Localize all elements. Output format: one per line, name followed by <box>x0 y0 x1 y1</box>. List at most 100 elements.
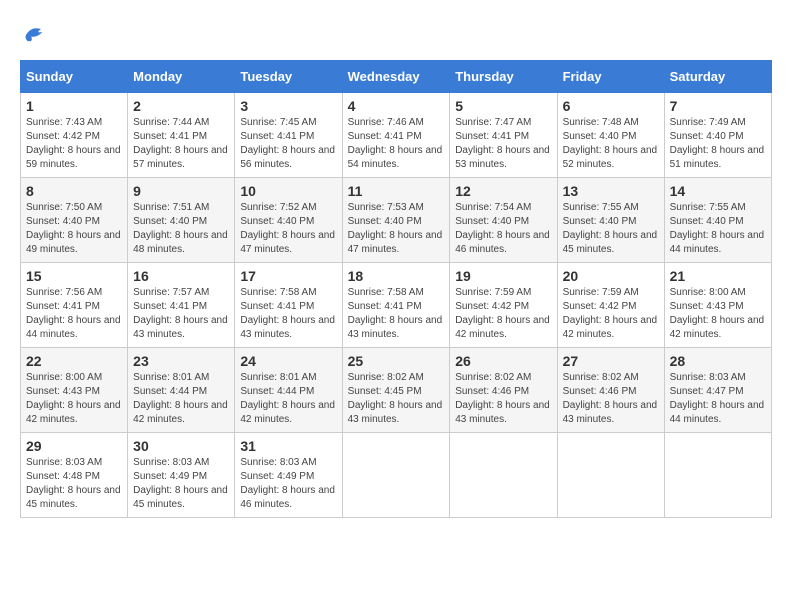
day-number: 26 <box>455 353 551 369</box>
day-info: Sunrise: 7:48 AM Sunset: 4:40 PM Dayligh… <box>563 116 659 172</box>
day-info: Sunrise: 7:58 AM Sunset: 4:41 PM Dayligh… <box>240 286 336 342</box>
calendar-cell: 26 Sunrise: 8:02 AM Sunset: 4:46 PM Dayl… <box>450 348 557 433</box>
day-number: 8 <box>26 183 122 199</box>
day-number: 25 <box>348 353 445 369</box>
calendar-cell: 17 Sunrise: 7:58 AM Sunset: 4:41 PM Dayl… <box>235 263 342 348</box>
day-number: 23 <box>133 353 229 369</box>
calendar-cell: 29 Sunrise: 8:03 AM Sunset: 4:48 PM Dayl… <box>21 433 128 518</box>
calendar-cell: 23 Sunrise: 8:01 AM Sunset: 4:44 PM Dayl… <box>128 348 235 433</box>
day-info: Sunrise: 8:01 AM Sunset: 4:44 PM Dayligh… <box>133 371 229 427</box>
calendar-week-row: 8 Sunrise: 7:50 AM Sunset: 4:40 PM Dayli… <box>21 178 772 263</box>
calendar-cell: 9 Sunrise: 7:51 AM Sunset: 4:40 PM Dayli… <box>128 178 235 263</box>
day-number: 3 <box>240 98 336 114</box>
day-info: Sunrise: 7:50 AM Sunset: 4:40 PM Dayligh… <box>26 201 122 257</box>
calendar-cell: 22 Sunrise: 8:00 AM Sunset: 4:43 PM Dayl… <box>21 348 128 433</box>
calendar-cell: 13 Sunrise: 7:55 AM Sunset: 4:40 PM Dayl… <box>557 178 664 263</box>
day-number: 6 <box>563 98 659 114</box>
calendar-cell: 10 Sunrise: 7:52 AM Sunset: 4:40 PM Dayl… <box>235 178 342 263</box>
calendar-cell: 6 Sunrise: 7:48 AM Sunset: 4:40 PM Dayli… <box>557 93 664 178</box>
day-number: 19 <box>455 268 551 284</box>
calendar-cell: 19 Sunrise: 7:59 AM Sunset: 4:42 PM Dayl… <box>450 263 557 348</box>
logo-bird-icon <box>20 20 50 50</box>
header-monday: Monday <box>128 61 235 93</box>
calendar-cell <box>342 433 450 518</box>
day-number: 9 <box>133 183 229 199</box>
calendar-cell <box>664 433 771 518</box>
calendar-cell: 30 Sunrise: 8:03 AM Sunset: 4:49 PM Dayl… <box>128 433 235 518</box>
day-info: Sunrise: 7:55 AM Sunset: 4:40 PM Dayligh… <box>563 201 659 257</box>
day-number: 7 <box>670 98 766 114</box>
day-info: Sunrise: 7:59 AM Sunset: 4:42 PM Dayligh… <box>455 286 551 342</box>
day-info: Sunrise: 8:03 AM Sunset: 4:49 PM Dayligh… <box>240 456 336 512</box>
day-number: 15 <box>26 268 122 284</box>
calendar-cell <box>557 433 664 518</box>
calendar-cell: 7 Sunrise: 7:49 AM Sunset: 4:40 PM Dayli… <box>664 93 771 178</box>
calendar-cell: 12 Sunrise: 7:54 AM Sunset: 4:40 PM Dayl… <box>450 178 557 263</box>
day-info: Sunrise: 8:03 AM Sunset: 4:47 PM Dayligh… <box>670 371 766 427</box>
day-number: 4 <box>348 98 445 114</box>
calendar-table: Sunday Monday Tuesday Wednesday Thursday… <box>20 60 772 518</box>
calendar-cell: 20 Sunrise: 7:59 AM Sunset: 4:42 PM Dayl… <box>557 263 664 348</box>
day-number: 13 <box>563 183 659 199</box>
weekday-header-row: Sunday Monday Tuesday Wednesday Thursday… <box>21 61 772 93</box>
day-number: 17 <box>240 268 336 284</box>
calendar-cell: 11 Sunrise: 7:53 AM Sunset: 4:40 PM Dayl… <box>342 178 450 263</box>
calendar-cell: 15 Sunrise: 7:56 AM Sunset: 4:41 PM Dayl… <box>21 263 128 348</box>
day-info: Sunrise: 7:55 AM Sunset: 4:40 PM Dayligh… <box>670 201 766 257</box>
logo <box>20 20 54 50</box>
calendar-cell <box>450 433 557 518</box>
day-info: Sunrise: 8:03 AM Sunset: 4:48 PM Dayligh… <box>26 456 122 512</box>
day-number: 10 <box>240 183 336 199</box>
day-number: 18 <box>348 268 445 284</box>
day-number: 20 <box>563 268 659 284</box>
calendar-cell: 4 Sunrise: 7:46 AM Sunset: 4:41 PM Dayli… <box>342 93 450 178</box>
calendar-cell: 31 Sunrise: 8:03 AM Sunset: 4:49 PM Dayl… <box>235 433 342 518</box>
day-info: Sunrise: 8:01 AM Sunset: 4:44 PM Dayligh… <box>240 371 336 427</box>
calendar-cell: 24 Sunrise: 8:01 AM Sunset: 4:44 PM Dayl… <box>235 348 342 433</box>
day-info: Sunrise: 7:52 AM Sunset: 4:40 PM Dayligh… <box>240 201 336 257</box>
calendar-cell: 18 Sunrise: 7:58 AM Sunset: 4:41 PM Dayl… <box>342 263 450 348</box>
day-number: 24 <box>240 353 336 369</box>
calendar-cell: 2 Sunrise: 7:44 AM Sunset: 4:41 PM Dayli… <box>128 93 235 178</box>
day-info: Sunrise: 8:03 AM Sunset: 4:49 PM Dayligh… <box>133 456 229 512</box>
header-saturday: Saturday <box>664 61 771 93</box>
day-number: 16 <box>133 268 229 284</box>
calendar-cell: 5 Sunrise: 7:47 AM Sunset: 4:41 PM Dayli… <box>450 93 557 178</box>
header-thursday: Thursday <box>450 61 557 93</box>
day-number: 27 <box>563 353 659 369</box>
page-header <box>20 20 772 50</box>
day-info: Sunrise: 7:49 AM Sunset: 4:40 PM Dayligh… <box>670 116 766 172</box>
header-sunday: Sunday <box>21 61 128 93</box>
day-info: Sunrise: 7:54 AM Sunset: 4:40 PM Dayligh… <box>455 201 551 257</box>
day-info: Sunrise: 8:00 AM Sunset: 4:43 PM Dayligh… <box>670 286 766 342</box>
day-number: 14 <box>670 183 766 199</box>
day-number: 22 <box>26 353 122 369</box>
day-number: 2 <box>133 98 229 114</box>
calendar-week-row: 22 Sunrise: 8:00 AM Sunset: 4:43 PM Dayl… <box>21 348 772 433</box>
day-number: 11 <box>348 183 445 199</box>
day-number: 12 <box>455 183 551 199</box>
header-tuesday: Tuesday <box>235 61 342 93</box>
day-number: 31 <box>240 438 336 454</box>
day-number: 30 <box>133 438 229 454</box>
header-wednesday: Wednesday <box>342 61 450 93</box>
day-info: Sunrise: 8:02 AM Sunset: 4:45 PM Dayligh… <box>348 371 445 427</box>
calendar-cell: 21 Sunrise: 8:00 AM Sunset: 4:43 PM Dayl… <box>664 263 771 348</box>
day-info: Sunrise: 7:59 AM Sunset: 4:42 PM Dayligh… <box>563 286 659 342</box>
calendar-cell: 14 Sunrise: 7:55 AM Sunset: 4:40 PM Dayl… <box>664 178 771 263</box>
day-info: Sunrise: 7:58 AM Sunset: 4:41 PM Dayligh… <box>348 286 445 342</box>
day-info: Sunrise: 7:46 AM Sunset: 4:41 PM Dayligh… <box>348 116 445 172</box>
calendar-cell: 28 Sunrise: 8:03 AM Sunset: 4:47 PM Dayl… <box>664 348 771 433</box>
calendar-week-row: 15 Sunrise: 7:56 AM Sunset: 4:41 PM Dayl… <box>21 263 772 348</box>
header-friday: Friday <box>557 61 664 93</box>
calendar-cell: 27 Sunrise: 8:02 AM Sunset: 4:46 PM Dayl… <box>557 348 664 433</box>
calendar-week-row: 1 Sunrise: 7:43 AM Sunset: 4:42 PM Dayli… <box>21 93 772 178</box>
day-info: Sunrise: 7:45 AM Sunset: 4:41 PM Dayligh… <box>240 116 336 172</box>
day-info: Sunrise: 7:57 AM Sunset: 4:41 PM Dayligh… <box>133 286 229 342</box>
day-info: Sunrise: 7:44 AM Sunset: 4:41 PM Dayligh… <box>133 116 229 172</box>
day-number: 29 <box>26 438 122 454</box>
day-info: Sunrise: 7:51 AM Sunset: 4:40 PM Dayligh… <box>133 201 229 257</box>
day-number: 21 <box>670 268 766 284</box>
day-info: Sunrise: 7:56 AM Sunset: 4:41 PM Dayligh… <box>26 286 122 342</box>
day-info: Sunrise: 8:02 AM Sunset: 4:46 PM Dayligh… <box>563 371 659 427</box>
